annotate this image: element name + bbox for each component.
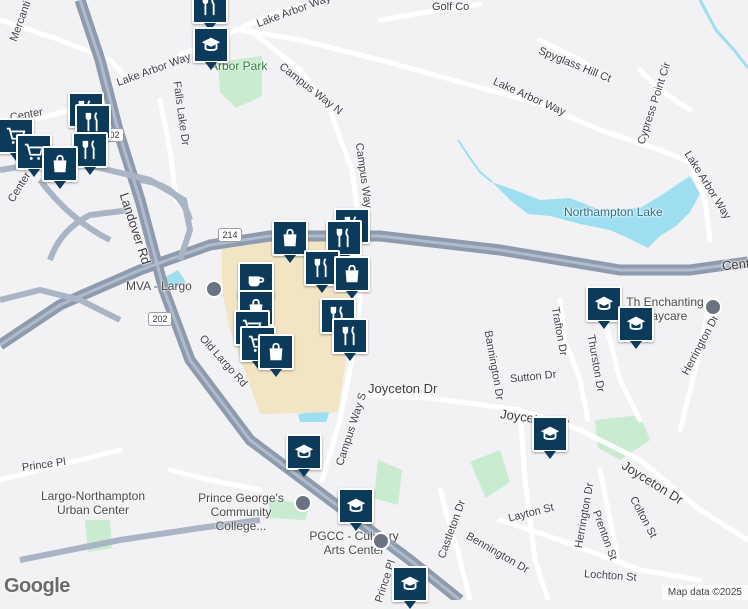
graduation-cap-icon <box>540 426 560 440</box>
shopping-bag-icon <box>269 342 283 361</box>
largo-northampton-label: Largo-Northampton Urban Center <box>40 489 146 517</box>
road-label: Joyceton Dr <box>368 381 438 396</box>
fork-knife-icon <box>314 258 327 278</box>
mva-largo-icon[interactable] <box>205 280 223 298</box>
northampton-lake-label: Northampton Lake <box>564 205 663 219</box>
college-icon[interactable] <box>294 494 312 512</box>
school-pin[interactable] <box>392 566 428 609</box>
fork-knife-icon <box>202 0 215 16</box>
google-logo: Google <box>4 575 70 597</box>
road-label: Golf Co <box>432 1 470 13</box>
school-pin[interactable] <box>286 434 322 477</box>
shopping-pin[interactable] <box>258 334 294 377</box>
daycare-icon[interactable] <box>704 298 722 316</box>
shopping-bag-icon <box>345 264 359 283</box>
restaurant-pin[interactable] <box>192 0 228 31</box>
graduation-cap-icon <box>626 316 646 330</box>
graduation-cap-icon <box>201 37 221 51</box>
shopping-bag-icon <box>283 228 297 247</box>
graduation-cap-icon <box>594 296 614 310</box>
school-pin[interactable] <box>586 286 622 329</box>
graduation-cap-icon <box>294 444 314 458</box>
shopping-bag-icon <box>53 154 67 173</box>
shopping-pin[interactable] <box>272 220 308 263</box>
coffee-cup-icon <box>248 276 265 287</box>
shopping-pin[interactable] <box>334 256 370 299</box>
school-pin[interactable] <box>338 488 374 531</box>
fork-knife-icon <box>85 112 98 132</box>
graduation-cap-icon <box>400 576 420 590</box>
route-214-shield: 214 <box>218 228 242 242</box>
culinary-center-icon[interactable] <box>372 532 390 550</box>
prince-georges-label: Prince George's Community College... <box>198 491 284 533</box>
school-pin[interactable] <box>193 27 229 70</box>
route-202-shield: 202 <box>148 312 172 326</box>
fork-knife-icon <box>342 326 355 346</box>
fork-knife-icon <box>336 228 349 248</box>
restaurant-pin[interactable] <box>332 318 368 361</box>
school-pin[interactable] <box>618 306 654 349</box>
map-attribution[interactable]: Map data ©2025 <box>661 585 748 600</box>
road-label: Cent <box>721 255 748 274</box>
school-pin[interactable] <box>532 416 568 459</box>
fork-knife-icon <box>82 140 95 160</box>
graduation-cap-icon <box>346 498 366 512</box>
shopping-pin[interactable] <box>42 146 78 189</box>
mva-largo-label: MVA - Largo <box>126 279 192 293</box>
